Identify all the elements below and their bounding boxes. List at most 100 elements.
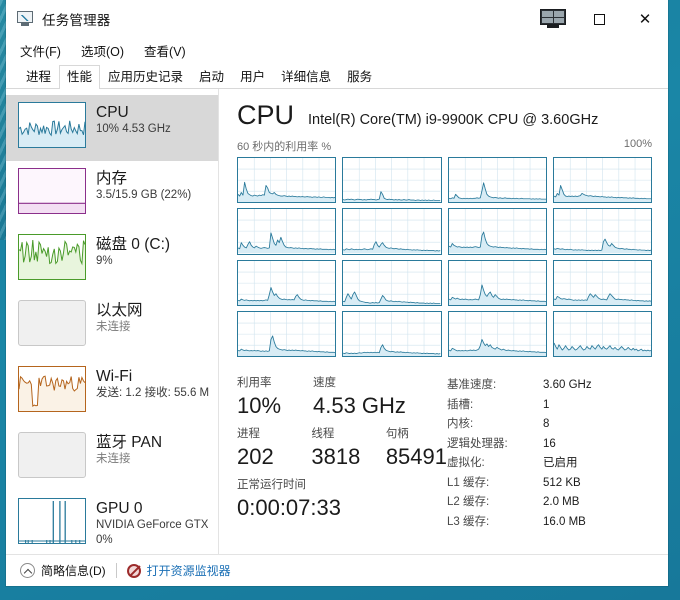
footer-divider [115, 563, 117, 578]
spec-key: L3 缓存: [447, 515, 490, 528]
stat-processes: 进程 202 [237, 426, 311, 471]
sidebar-item-subtitle: 发送: 1.2 接收: 55.6 M [96, 387, 210, 399]
logical-processor-graph[interactable] [552, 259, 652, 306]
logical-processor-graph[interactable] [447, 157, 547, 204]
logical-processor-graph[interactable] [552, 310, 652, 357]
sidebar-item-title: 磁盘 0 (C:) [96, 236, 171, 253]
stat-processes-value: 202 [237, 444, 274, 469]
sidebar-item-text: CPU 10% 4.53 GHz [96, 102, 171, 137]
open-resource-monitor-label: 打开资源监视器 [146, 564, 231, 578]
cpu-specs-list: 基准速度: 3.60 GHz 插槽: 1 内核: 8 逻辑处理器: 16 虚拟化: 已启用 L1 缓… [447, 375, 652, 532]
spec-l2-cache: L2 缓存: 2.0 MB [447, 493, 652, 513]
sidebar-item-ethernet[interactable]: 以太网 未连接 [6, 293, 218, 359]
window-body: CPU 10% 4.53 GHz 内存 3.5/15.9 GB (22%) 磁盘 0 (… [6, 89, 668, 554]
panel-header: CPU Intel(R) Core(TM) i9-9900K CPU @ 3.6… [237, 99, 652, 131]
fewer-details-button[interactable]: 简略信息(D) [20, 562, 106, 579]
logical-processor-graph[interactable] [342, 208, 442, 255]
tab-processes[interactable]: 进程 [18, 65, 59, 89]
logical-processor-graph[interactable] [552, 208, 652, 255]
spec-virtualization: 虚拟化: 已启用 [447, 454, 652, 474]
open-resource-monitor-link[interactable]: 打开资源监视器 [126, 562, 231, 579]
thumbnail-graph [18, 102, 86, 148]
spec-key: 虚拟化: [447, 457, 485, 469]
logical-processor-graph[interactable] [447, 208, 547, 255]
stat-speed-value: 4.53 GHz [313, 393, 406, 418]
logical-processor-graph[interactable] [237, 310, 337, 357]
page-title: CPU [237, 100, 295, 130]
logical-processor-graph[interactable] [447, 259, 547, 306]
spec-key: 插槽: [447, 398, 474, 411]
menu-view[interactable]: 查看(V) [142, 39, 188, 62]
spec-key: 基准速度: [447, 379, 497, 391]
stat-utilization: 利用率 10% [237, 375, 313, 420]
logical-processor-graph[interactable] [237, 157, 337, 204]
tab-users[interactable]: 用户 [232, 65, 273, 89]
window-title: 任务管理器 [42, 13, 111, 28]
resource-monitor-icon [126, 563, 141, 578]
sidebar-item-text: 以太网 未连接 [96, 300, 143, 335]
spec-sockets: 插槽: 1 [447, 396, 652, 416]
tab-services[interactable]: 服务 [339, 65, 380, 89]
sidebar-item-text: GPU 0 NVIDIA GeForce GTX 0% [96, 498, 208, 548]
sidebar-item-subtitle: 10% 4.53 GHz [96, 123, 171, 135]
logical-processor-graph[interactable] [342, 157, 442, 204]
stat-utilization-value: 10% [237, 393, 282, 418]
sidebar-item-subtitle: 3.5/15.9 GB (22%) [96, 189, 192, 201]
logical-processor-graph[interactable] [342, 259, 442, 306]
spec-key: 逻辑处理器: [447, 437, 508, 450]
stats-left-column: 利用率 10% 速度 4.53 GHz 进程 202 线程 3818 句柄 85… [237, 375, 447, 532]
stat-processes-label: 进程 [237, 428, 260, 440]
tab-details[interactable]: 详细信息 [273, 65, 339, 89]
sidebar-item-cpu[interactable]: CPU 10% 4.53 GHz [6, 95, 218, 161]
sidebar-item-title: 以太网 [96, 302, 143, 319]
stat-uptime: 正常运行时间 0:00:07:33 [237, 477, 447, 522]
spec-logical-processors: 逻辑处理器: 16 [447, 435, 652, 455]
spec-key: L2 缓存: [447, 496, 490, 508]
title-bar: 任务管理器 ✕ [6, 0, 668, 38]
logical-processor-graph[interactable] [237, 259, 337, 306]
thumbnail-graph [18, 366, 86, 412]
sidebar-item-title: GPU 0 [96, 500, 143, 517]
taskmanager-icon [16, 11, 34, 27]
close-button[interactable]: ✕ [622, 0, 668, 38]
monitor-icon-button[interactable] [530, 0, 576, 38]
sidebar-item-text: Wi-Fi 发送: 1.2 接收: 55.6 M [96, 366, 209, 401]
spec-value: 16.0 MB [543, 515, 586, 528]
sidebar-item-title: CPU [96, 104, 129, 121]
stats-area: 利用率 10% 速度 4.53 GHz 进程 202 线程 3818 句柄 85… [237, 375, 652, 532]
thumbnail-graph [18, 498, 86, 544]
graph-y-max-label: 100% [623, 138, 652, 150]
logical-processor-graph[interactable] [237, 208, 337, 255]
logical-processors-grid[interactable] [237, 157, 652, 357]
thumbnail-graph [18, 300, 86, 346]
spec-l3-cache: L3 缓存: 16.0 MB [447, 513, 652, 533]
menu-file[interactable]: 文件(F) [18, 39, 63, 62]
stat-utilization-label: 利用率 [237, 377, 272, 389]
tab-startup[interactable]: 启动 [191, 65, 232, 89]
graph-caption: 60 秒内的利用率 % 100% [237, 138, 652, 154]
monitor-icon [540, 9, 566, 29]
logical-processor-graph[interactable] [447, 310, 547, 357]
sidebar-item-title: Wi-Fi [96, 368, 133, 385]
close-icon: ✕ [638, 11, 652, 28]
spec-cores: 内核: 8 [447, 415, 652, 435]
spec-key: 内核: [447, 418, 474, 430]
sidebar-item-memory[interactable]: 内存 3.5/15.9 GB (22%) [6, 161, 218, 227]
graph-x-axis-label: 60 秒内的利用率 % [237, 141, 332, 153]
sidebar-item-bluetooth-pan[interactable]: 蓝牙 PAN 未连接 [6, 425, 218, 491]
maximize-button[interactable] [576, 0, 622, 38]
menu-options[interactable]: 选项(O) [79, 39, 126, 62]
spec-key: L1 缓存: [447, 476, 490, 489]
spec-l1-cache: L1 缓存: 512 KB [447, 474, 652, 494]
logical-processor-graph[interactable] [552, 157, 652, 204]
tab-performance[interactable]: 性能 [59, 65, 101, 89]
cpu-model-name: Intel(R) Core(TM) i9-9900K CPU @ 3.60GHz [308, 112, 599, 128]
stat-uptime-value: 0:00:07:33 [237, 495, 341, 520]
sidebar-item-disk[interactable]: 磁盘 0 (C:) 9% [6, 227, 218, 293]
spec-value: 1 [543, 398, 550, 411]
sidebar-item-gpu[interactable]: GPU 0 NVIDIA GeForce GTX 0% [6, 491, 218, 554]
tab-app-history[interactable]: 应用历史记录 [100, 65, 191, 89]
sidebar-item-wifi[interactable]: Wi-Fi 发送: 1.2 接收: 55.6 M [6, 359, 218, 425]
resource-sidebar: CPU 10% 4.53 GHz 内存 3.5/15.9 GB (22%) 磁盘 0 (… [6, 89, 219, 554]
logical-processor-graph[interactable] [342, 310, 442, 357]
